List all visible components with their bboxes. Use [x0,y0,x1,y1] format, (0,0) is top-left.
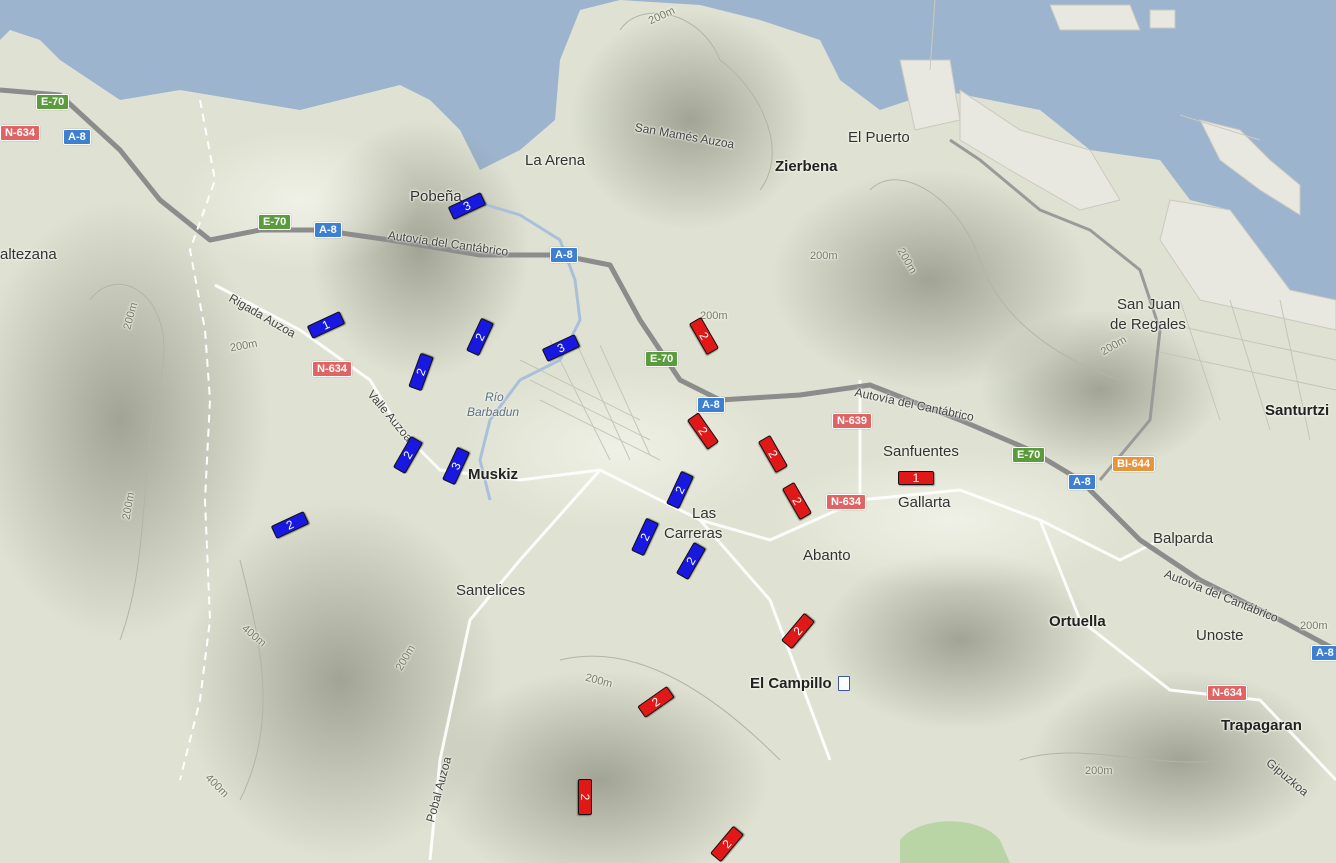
town-label: La Arena [525,152,586,169]
town-label: Ortuella [1049,613,1106,630]
contour-label: 200m [810,250,838,262]
road-shield-n634: N-634 [826,494,866,510]
road-shield-a8: A-8 [697,397,725,413]
road-shield-n634: N-634 [1207,685,1247,701]
road-shield-a8: A-8 [63,129,91,145]
road-shield-a8: A-8 [1311,645,1336,661]
road-shield-a8: A-8 [1068,474,1096,490]
road-shield-e70: E-70 [645,351,679,367]
town-label: altezana [0,246,57,263]
town-label: Abanto [803,547,851,564]
map-marker[interactable]: 1 [898,471,934,485]
road-shield-n634: N-634 [312,361,352,377]
town-label: Gallarta [898,494,951,511]
town-label: Pobeña [410,188,462,205]
road-shield-a8: A-8 [550,247,578,263]
town-label: Las [692,505,717,522]
contour-label: 200m [1300,620,1328,632]
town-label: Unoste [1196,627,1244,644]
road-shield-a8: A-8 [314,222,342,238]
road-shield-e70: E-70 [36,94,70,110]
contour-label: 200m [700,310,728,322]
map-view[interactable]: Pobeña La Arena Zierbena El Puerto San J… [0,0,1336,863]
town-label: Santelices [456,582,526,599]
town-label: Carreras [664,525,723,542]
river-label: Río [485,390,504,404]
town-label: Muskiz [468,466,519,483]
fuel-station-icon [838,676,850,691]
town-label: Santurtzi [1265,402,1330,419]
town-label: Sanfuentes [883,443,959,460]
river-label: Barbadun [467,405,520,419]
road-shield-e70: E-70 [258,214,292,230]
town-label: Trapagaran [1221,717,1302,734]
town-label: El Puerto [848,129,910,146]
town-label: Zierbena [775,158,838,175]
road-shield-n639: N-639 [832,413,872,429]
contour-label: 200m [1085,765,1113,777]
town-label: San Juan [1117,296,1181,313]
map-marker[interactable]: 2 [578,779,592,815]
road-shield-bi644: BI-644 [1112,456,1156,472]
road-shield-n634: N-634 [0,125,40,141]
town-label: Balparda [1153,530,1214,547]
road-shield-e70: E-70 [1012,447,1046,463]
town-label: El Campillo [750,675,832,692]
town-label: de Regales [1110,316,1186,333]
